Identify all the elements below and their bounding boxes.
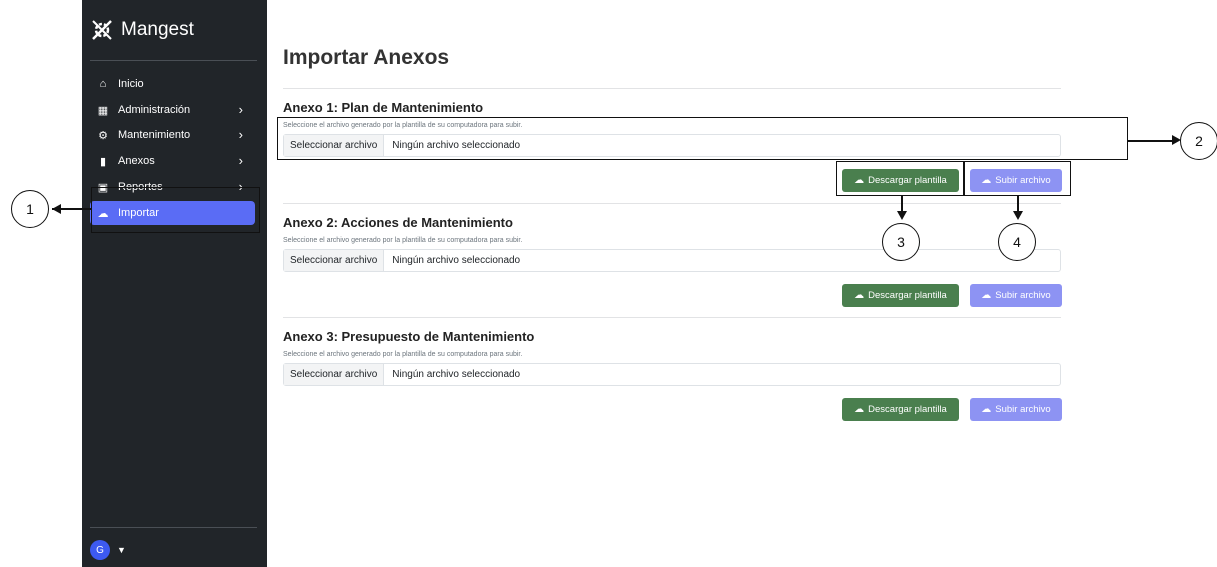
divider <box>283 203 1061 204</box>
arrow-down-icon <box>1013 211 1023 220</box>
chevron-right-icon: › <box>238 102 243 117</box>
annex-hint: Seleccione el archivo generado por la pl… <box>283 351 523 358</box>
arrow-down-icon <box>897 211 907 220</box>
button-label: Subir archivo <box>995 290 1051 301</box>
sidebar-item-label: Administración <box>118 104 191 116</box>
annex-title: Anexo 2: Acciones de Mantenimiento <box>283 215 513 230</box>
tools-icon <box>90 18 114 42</box>
divider <box>283 317 1061 318</box>
home-icon: ⌂ <box>99 78 107 90</box>
annex-title: Anexo 1: Plan de Mantenimiento <box>283 100 484 115</box>
upload-file-button[interactable]: ☁ Subir archivo <box>970 284 1062 307</box>
cloud-upload-icon: ☁ <box>981 290 992 301</box>
building-icon: ▦ <box>97 104 109 117</box>
upload-file-button[interactable]: ☁ Subir archivo <box>970 398 1062 421</box>
sidebar-item-label: Inicio <box>118 78 144 90</box>
divider <box>90 60 257 61</box>
sidebar-item-label: Anexos <box>118 155 155 167</box>
cloud-download-icon: ☁ <box>854 290 865 301</box>
divider <box>283 88 1061 89</box>
cloud-upload-icon: ☁ <box>981 404 992 415</box>
page-title: Importar Anexos <box>283 46 450 69</box>
callout-circle-1: 1 <box>11 190 49 228</box>
chevron-right-icon: › <box>238 127 243 142</box>
brand[interactable]: Mangest <box>90 18 194 42</box>
sidebar-item-label: Mantenimiento <box>118 129 191 141</box>
callout-line <box>1017 196 1019 212</box>
caret-down-icon[interactable]: ▼ <box>117 545 126 555</box>
sidebar-item-inicio[interactable]: ⌂ Inicio <box>90 72 255 96</box>
file-input[interactable]: Seleccionar archivo Ningún archivo selec… <box>283 363 1061 386</box>
chevron-right-icon: › <box>238 153 243 168</box>
callout-box-3 <box>836 161 964 196</box>
user-menu[interactable]: G ▼ <box>90 540 126 560</box>
button-label: Descargar plantilla <box>868 290 947 301</box>
callout-line <box>1128 140 1173 142</box>
clipboard-icon: ▮ <box>99 155 107 168</box>
callout-box-1 <box>91 187 260 233</box>
arrow-left-icon <box>52 204 61 214</box>
callout-circle-3: 3 <box>882 223 920 261</box>
sidebar-item-anexos[interactable]: ▮ Anexos › <box>90 149 255 173</box>
brand-name: Mangest <box>121 19 194 40</box>
choose-file-button[interactable]: Seleccionar archivo <box>284 250 385 271</box>
divider <box>90 527 257 528</box>
file-name: Ningún archivo seleccionado <box>392 255 521 266</box>
button-label: Descargar plantilla <box>868 404 947 415</box>
callout-circle-4: 4 <box>998 223 1036 261</box>
file-input[interactable]: Seleccionar archivo Ningún archivo selec… <box>283 249 1061 272</box>
callout-line <box>901 196 903 212</box>
sidebar-item-mantenimiento[interactable]: ⚙ Mantenimiento › <box>90 123 255 147</box>
avatar[interactable]: G <box>90 540 110 560</box>
cloud-download-icon: ☁ <box>854 404 865 415</box>
file-name: Ningún archivo seleccionado <box>392 369 521 380</box>
callout-circle-2: 2 <box>1180 122 1217 160</box>
button-label: Subir archivo <box>995 404 1051 415</box>
choose-file-button[interactable]: Seleccionar archivo <box>284 364 385 385</box>
annex-title: Anexo 3: Presupuesto de Mantenimiento <box>283 329 535 344</box>
gear-icon: ⚙ <box>98 129 108 142</box>
callout-box-2 <box>277 117 1128 160</box>
annex-hint: Seleccione el archivo generado por la pl… <box>283 237 523 244</box>
sidebar: Mangest ⌂ Inicio ▦ Administración › ⚙ Ma… <box>82 0 267 567</box>
sidebar-item-administracion[interactable]: ▦ Administración › <box>90 98 255 122</box>
callout-box-4 <box>964 161 1071 196</box>
download-template-button[interactable]: ☁ Descargar plantilla <box>842 398 959 421</box>
download-template-button[interactable]: ☁ Descargar plantilla <box>842 284 959 307</box>
